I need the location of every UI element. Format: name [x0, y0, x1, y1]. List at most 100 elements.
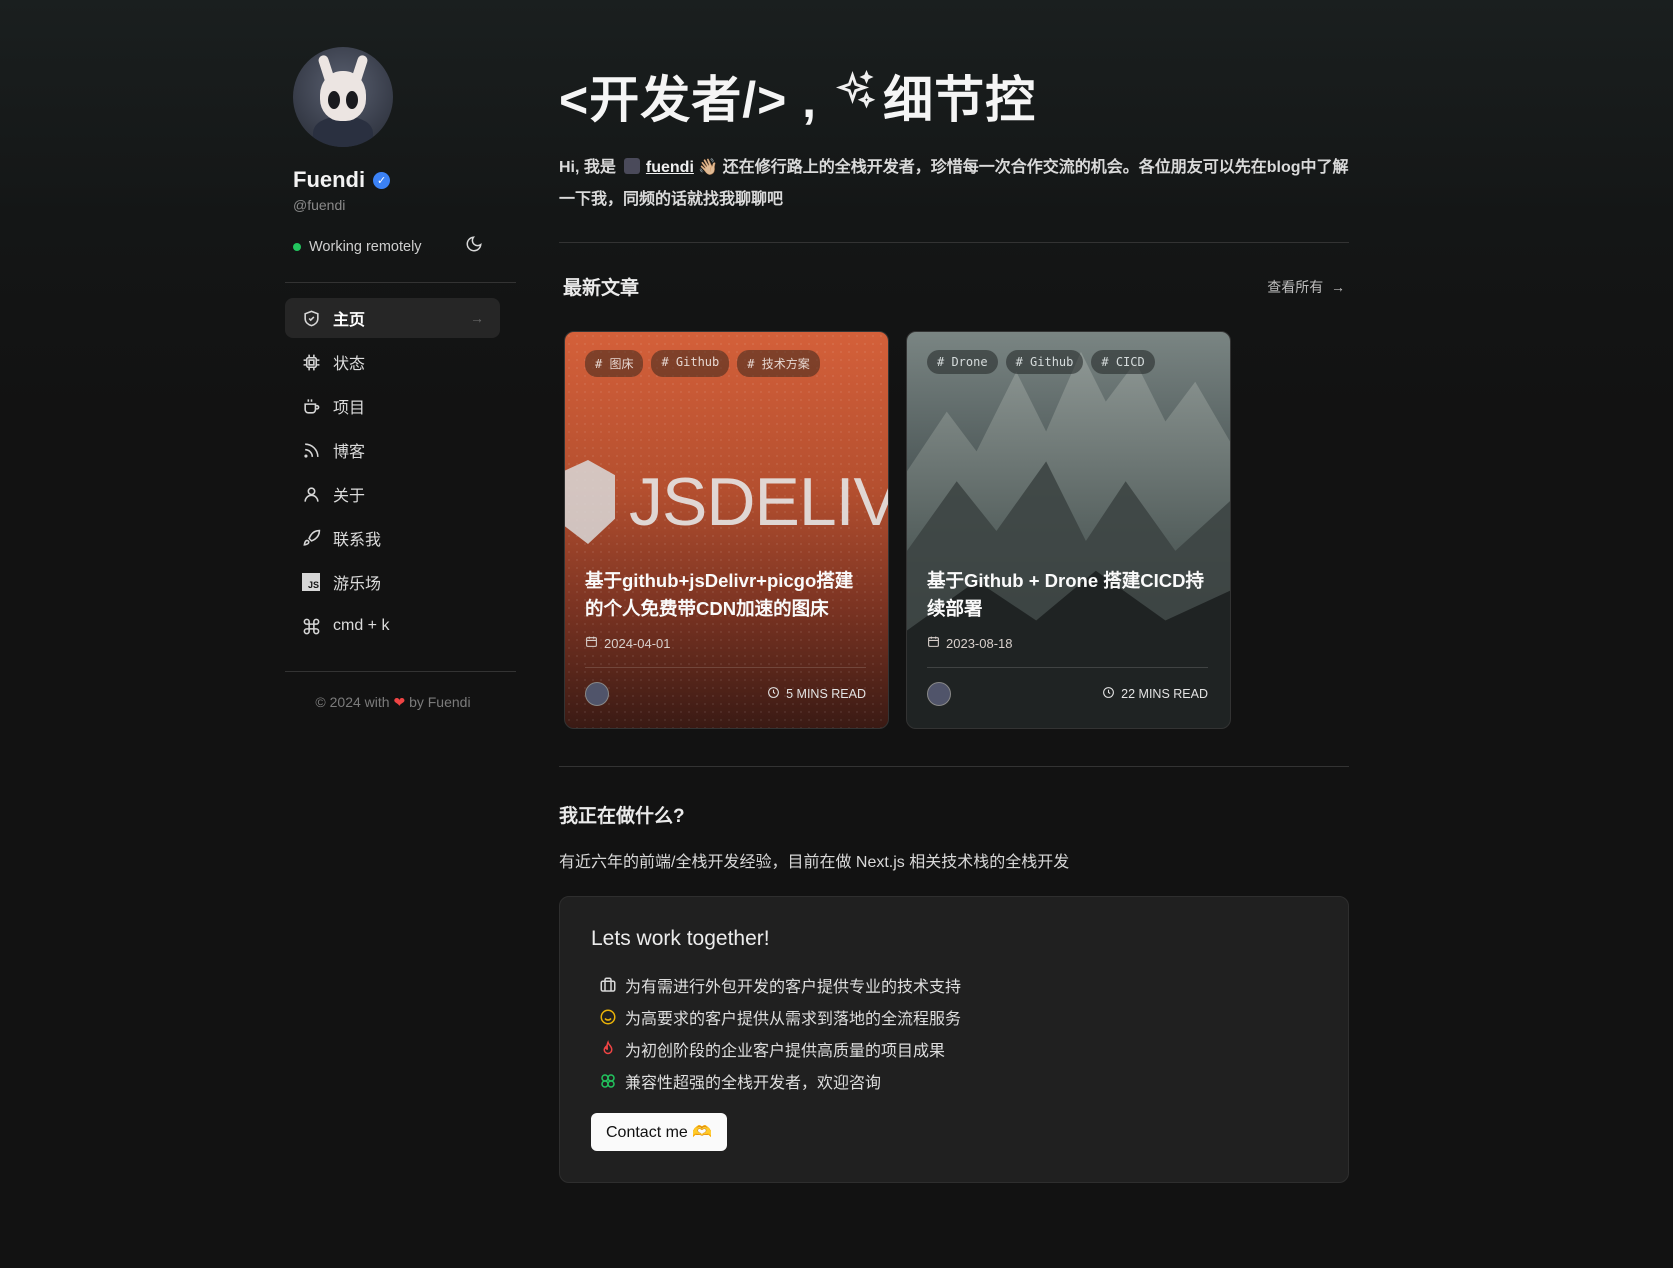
read-time: 22 MINS READ	[1102, 686, 1208, 702]
coffee-cup-icon	[301, 396, 321, 416]
work-item-text: 为初创阶段的企业客户提供高质量的项目成果	[625, 1043, 946, 1060]
command-icon	[301, 616, 321, 636]
section-divider	[559, 766, 1349, 767]
status-dot-icon	[293, 242, 301, 251]
jsdelivr-wordmark: JSDELIVR	[629, 464, 888, 540]
nav-item-blog[interactable]: 博客	[285, 430, 500, 470]
posts-title: 最新文章	[563, 278, 640, 299]
status-text: Working remotely	[309, 238, 422, 255]
post-date-text: 2023-08-18	[946, 635, 1013, 651]
rss-icon	[301, 440, 321, 460]
arrow-right-icon: →	[1327, 278, 1345, 295]
cpu-icon	[301, 352, 321, 372]
clock-icon	[767, 686, 780, 702]
nav-item-about[interactable]: 关于	[285, 474, 500, 514]
work-list: 为有需进行外包开发的客户提供专业的技术支持 为高要求的客户提供从需求到落地的全流…	[591, 969, 1317, 1097]
nav-label: 游乐场	[333, 576, 382, 593]
post-tags: # 图床 # Github # 技术方案	[585, 350, 820, 377]
posts-header: 最新文章 查看所有 →	[559, 273, 1349, 300]
view-all-label: 查看所有	[1267, 278, 1324, 295]
hero-title-a: <开发者/> ,	[559, 72, 818, 128]
sparkles-icon	[835, 69, 877, 122]
post-tag[interactable]: # CICD	[1091, 350, 1155, 374]
arrow-right-icon: →	[470, 310, 484, 326]
hero-title-b: 细节控	[883, 72, 1037, 128]
nav-item-home[interactable]: 主页 →	[285, 298, 500, 338]
view-all-link[interactable]: 查看所有 →	[1267, 277, 1345, 297]
contact-me-button[interactable]: Contact me 🫶	[591, 1113, 728, 1151]
nav-item-status[interactable]: 状态	[285, 342, 500, 382]
calendar-icon	[927, 635, 940, 651]
read-time-text: 5 MINS READ	[786, 687, 866, 701]
card-divider	[927, 667, 1208, 668]
author-avatar	[585, 682, 609, 706]
work-item-text: 为高要求的客户提供从需求到落地的全流程服务	[625, 1011, 962, 1028]
footer: © 2024 with ❤ by Fuendi	[293, 694, 493, 711]
footer-prefix: © 2024 with	[315, 694, 390, 710]
intro-prefix: Hi, 我是	[559, 159, 616, 176]
work-item: 为初创阶段的企业客户提供高质量的项目成果	[591, 1033, 1317, 1065]
rocket-icon	[301, 528, 321, 548]
work-item: 兼容性超强的全栈开发者，欢迎咨询	[591, 1065, 1317, 1097]
intro-text: Hi, 我是 fuendi 👋🏼 还在修行路上的全栈开发者，珍惜每一次合作交流的机…	[559, 152, 1349, 216]
post-date: 2023-08-18	[927, 635, 1208, 651]
post-date-text: 2024-04-01	[604, 635, 671, 651]
profile-name: Fuendi	[293, 167, 366, 192]
post-tag[interactable]: # Github	[1005, 350, 1084, 374]
post-tag[interactable]: # 技术方案	[737, 350, 820, 377]
work-item-text: 为有需进行外包开发的客户提供专业的技术支持	[625, 979, 962, 996]
jsdelivr-logo: JSDELIVR	[565, 460, 888, 544]
post-cards: JSDELIVR # 图床 # Github # 技术方案 基于github+j…	[559, 331, 1349, 729]
card-divider	[585, 667, 866, 668]
read-time-text: 22 MINS READ	[1121, 687, 1208, 701]
verified-badge-icon: ✓	[373, 171, 391, 189]
clover-icon	[599, 1072, 617, 1090]
work-item: 为有需进行外包开发的客户提供专业的技术支持	[591, 969, 1317, 1001]
profile-handle: @fuendi	[293, 197, 346, 213]
nav-label: 主页	[333, 312, 366, 329]
work-item-text: 兼容性超强的全栈开发者，欢迎咨询	[625, 1075, 882, 1092]
doing-title: 我正在做什么?	[559, 806, 685, 827]
clock-icon	[1102, 686, 1115, 702]
nav-label: 博客	[333, 444, 366, 461]
profile-link[interactable]: fuendi	[646, 159, 694, 176]
post-card[interactable]: # Drone # Github # CICD 基于Github + Drone…	[906, 331, 1231, 729]
footer-suffix: by Fuendi	[409, 694, 471, 710]
js-icon: JS	[301, 572, 321, 592]
post-date: 2024-04-01	[585, 635, 866, 651]
nav-label: cmd + k	[333, 617, 390, 634]
nav-label: 状态	[333, 356, 366, 373]
read-time: 5 MINS READ	[767, 686, 866, 702]
sidebar-nav: 主页 → 状态 项目 博客 关于 联系我 JS 游乐场 cmd + k	[285, 298, 508, 646]
nav-item-contact[interactable]: 联系我	[285, 518, 500, 558]
hero-title: <开发者/> , 细节控	[559, 60, 1349, 132]
work-together-card: Lets work together! 为有需进行外包开发的客户提供专业的技术支…	[559, 896, 1349, 1183]
nav-item-playground[interactable]: JS 游乐场	[285, 562, 500, 602]
sidebar-divider	[285, 671, 516, 672]
nav-item-command[interactable]: cmd + k	[285, 606, 500, 646]
avatar	[293, 47, 393, 147]
author-avatar	[927, 682, 951, 706]
post-tag[interactable]: # Github	[651, 350, 730, 377]
main-content: <开发者/> , 细节控 Hi, 我是 fuendi 👋🏼 还在修行路上的全栈开发…	[559, 60, 1349, 1183]
shield-check-icon	[301, 308, 321, 328]
post-tag[interactable]: # Drone	[927, 350, 998, 374]
wave-icon: 👋🏼	[698, 159, 719, 176]
jsdelivr-shield-icon	[565, 460, 615, 544]
profile-name-row: Fuendi ✓	[293, 167, 508, 193]
work-title: Lets work together!	[591, 927, 770, 950]
nav-label: 项目	[333, 400, 366, 417]
nav-item-projects[interactable]: 项目	[285, 386, 500, 426]
post-card[interactable]: JSDELIVR # 图床 # Github # 技术方案 基于github+j…	[564, 331, 889, 729]
briefcase-icon	[599, 976, 617, 994]
post-title[interactable]: 基于Github + Drone 搭建CICD持续部署	[927, 567, 1208, 623]
work-item: 为高要求的客户提供从需求到落地的全流程服务	[591, 1001, 1317, 1033]
nav-label: 关于	[333, 488, 366, 505]
post-title[interactable]: 基于github+jsDelivr+picgo搭建的个人免费带CDN加速的图床	[585, 567, 866, 623]
mini-avatar	[623, 158, 640, 174]
status-row: Working remotely	[293, 235, 483, 258]
sidebar: Fuendi ✓ @fuendi Working remotely 主页 → 状…	[285, 47, 516, 711]
post-tags: # Drone # Github # CICD	[927, 350, 1155, 374]
moon-icon[interactable]	[465, 235, 483, 258]
post-tag[interactable]: # 图床	[585, 350, 644, 377]
